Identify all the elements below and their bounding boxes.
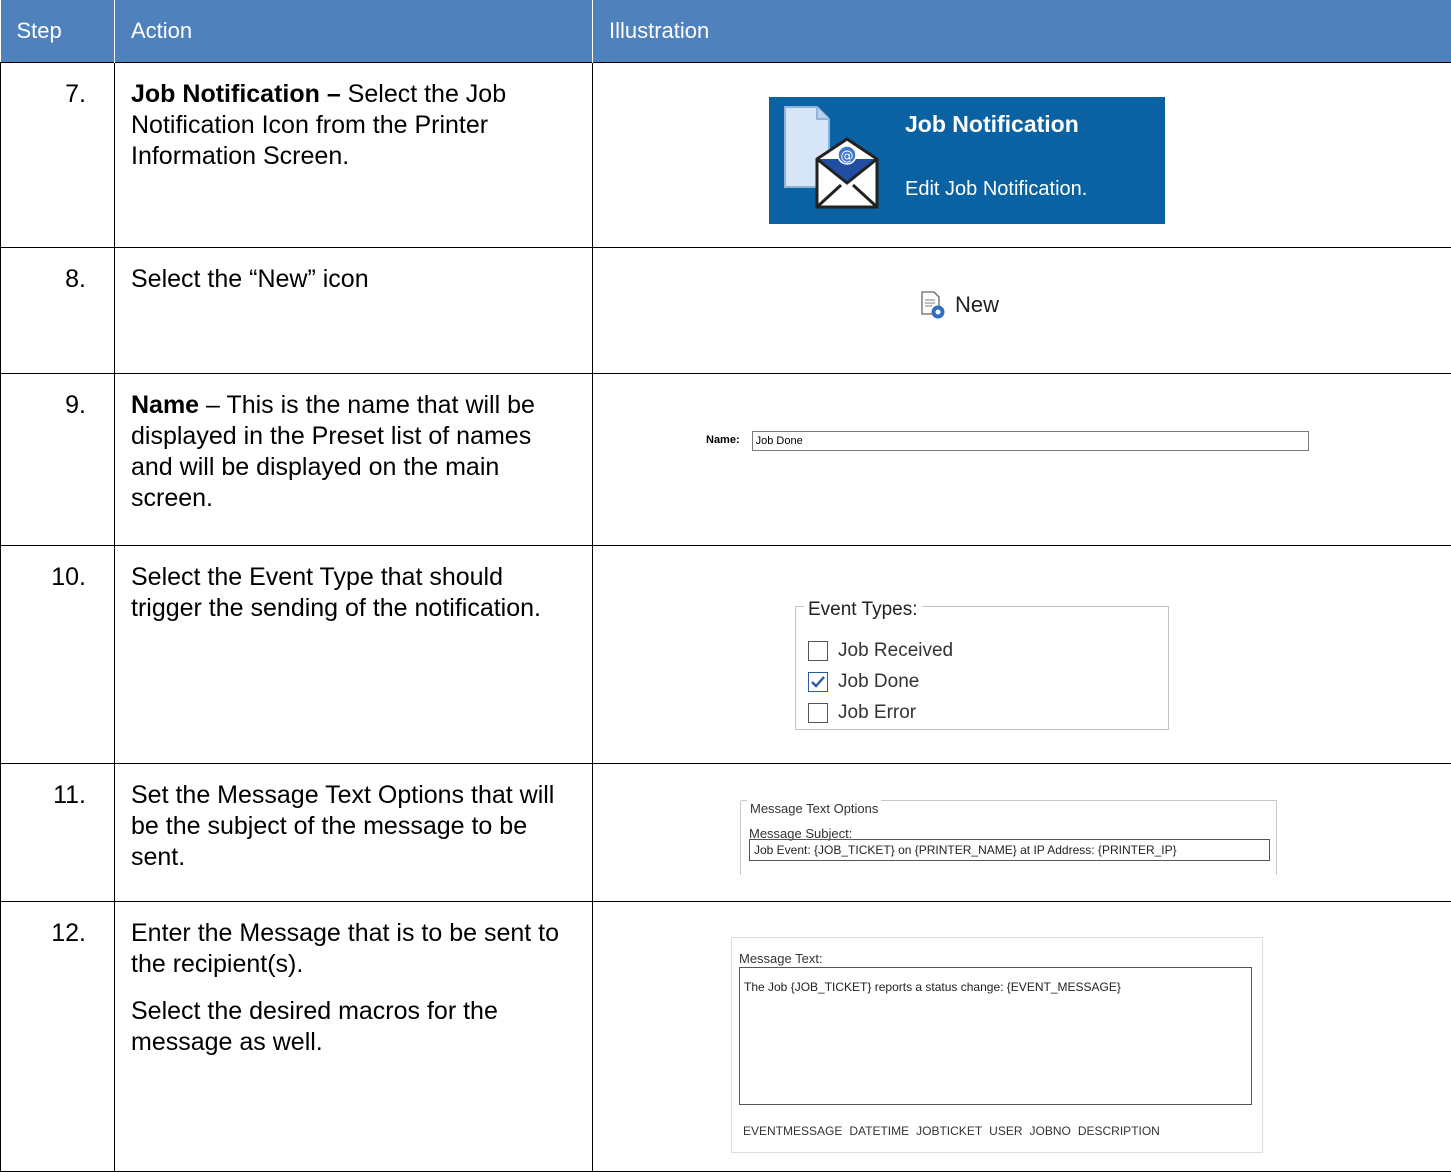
event-job-done[interactable]: Job Done <box>808 666 919 697</box>
illustration-cell: Message Text: The Job {JOB_TICKET} repor… <box>592 901 1451 1172</box>
table-row: 9. Name – This is the name that will be … <box>0 373 1451 546</box>
job-notification-title: Job Notification <box>905 111 1079 137</box>
table-row: 11. Set the Message Text Options that wi… <box>0 763 1451 902</box>
action-text-2: Select the desired macros for the messag… <box>131 997 498 1056</box>
new-document-icon <box>921 290 945 318</box>
event-types-legend: Event Types: <box>804 594 922 625</box>
macro-link[interactable]: JOBTICKET <box>916 1116 982 1147</box>
table-row: 10. Select the Event Type that should tr… <box>0 545 1451 764</box>
action-cell: Set the Message Text Options that will b… <box>114 763 593 902</box>
illustration-cell: Message Text Options Message Subject: Jo… <box>592 763 1451 902</box>
header-illustration: Illustration <box>592 0 1451 63</box>
name-input[interactable]: Job Done <box>751 430 1309 451</box>
action-bold-text: Job Notification – <box>131 80 341 108</box>
new-button[interactable]: New <box>919 289 999 320</box>
event-label: Job Error <box>838 702 917 723</box>
svg-text:@: @ <box>841 149 854 164</box>
job-notification-tile[interactable]: @ Job Notification Edit Job Notification… <box>769 97 1165 224</box>
envelope-at-icon: @ <box>784 106 879 209</box>
step-number: 8. <box>0 247 115 374</box>
header-row: Step Action Illustration <box>0 0 1451 63</box>
message-text-options-group: Message Text Options Message Subject: Jo… <box>740 793 1277 875</box>
new-button-label: New <box>955 292 1000 317</box>
message-subject-input[interactable]: Job Event: {JOB_TICKET} on {PRINTER_NAME… <box>749 839 1270 861</box>
illustration-cell: Event Types: Job Received Job Done Job E… <box>592 545 1451 764</box>
step-number: 12. <box>0 901 115 1172</box>
action-text: Select the “New” icon <box>131 265 369 293</box>
job-notification-subtitle: Edit Job Notification. <box>905 178 1088 200</box>
step-number: 11. <box>0 763 115 902</box>
action-text: Select the Event Type that should trigge… <box>131 563 541 622</box>
action-text: Enter the Message that is to be sent to … <box>131 919 560 978</box>
action-cell: Enter the Message that is to be sent to … <box>114 901 593 1172</box>
header-step: Step <box>0 0 115 63</box>
table-row: 8. Select the “New” icon New <box>0 247 1451 374</box>
instructions-table: Step Action Illustration 7. Job Notifica… <box>0 0 1451 1172</box>
action-bold-text: Name <box>131 391 200 419</box>
illustration-cell: New <box>592 247 1451 374</box>
checkbox-job-error[interactable] <box>808 702 828 723</box>
step-number: 10. <box>0 545 115 764</box>
macro-list: EVENTMESSAGE DATETIME JOBTICKET USER JOB… <box>743 1116 1160 1147</box>
action-cell: Select the Event Type that should trigge… <box>114 545 593 764</box>
step-number: 9. <box>0 373 115 546</box>
action-cell: Name – This is the name that will be dis… <box>114 373 593 546</box>
checkbox-job-done[interactable] <box>808 671 828 692</box>
step-number: 7. <box>0 62 115 248</box>
illustration-cell: @ Job Notification Edit Job Notification… <box>592 62 1451 248</box>
action-text: Set the Message Text Options that will b… <box>131 781 555 871</box>
table-row: 12. Enter the Message that is to be sent… <box>0 901 1451 1172</box>
macro-link[interactable]: EVENTMESSAGE <box>743 1116 842 1147</box>
name-row: Name: Job Done <box>706 425 1309 456</box>
event-label: Job Received <box>838 640 954 661</box>
message-text-input[interactable]: The Job {JOB_TICKET} reports a status ch… <box>739 967 1252 1105</box>
event-job-error[interactable]: Job Error <box>808 697 916 728</box>
macro-link[interactable]: JOBNO <box>1030 1116 1071 1147</box>
event-job-received[interactable]: Job Received <box>808 635 953 666</box>
macro-link[interactable]: DATETIME <box>849 1116 909 1147</box>
header-action: Action <box>114 0 593 63</box>
table-row: 7. Job Notification – Select the Job Not… <box>0 62 1451 248</box>
checkmark-icon <box>811 675 825 688</box>
action-cell: Job Notification – Select the Job Notifi… <box>114 62 593 248</box>
macro-link[interactable]: DESCRIPTION <box>1078 1116 1160 1147</box>
checkbox-job-received[interactable] <box>808 640 828 661</box>
macro-link[interactable]: USER <box>989 1116 1022 1147</box>
event-label: Job Done <box>838 671 920 692</box>
action-cell: Select the “New” icon <box>114 247 593 374</box>
message-text-group: Message Text: The Job {JOB_TICKET} repor… <box>731 937 1263 1153</box>
name-label: Name: <box>706 434 740 446</box>
illustration-cell: Name: Job Done <box>592 373 1451 546</box>
event-types-group: Event Types: Job Received Job Done Job E… <box>795 594 1169 730</box>
